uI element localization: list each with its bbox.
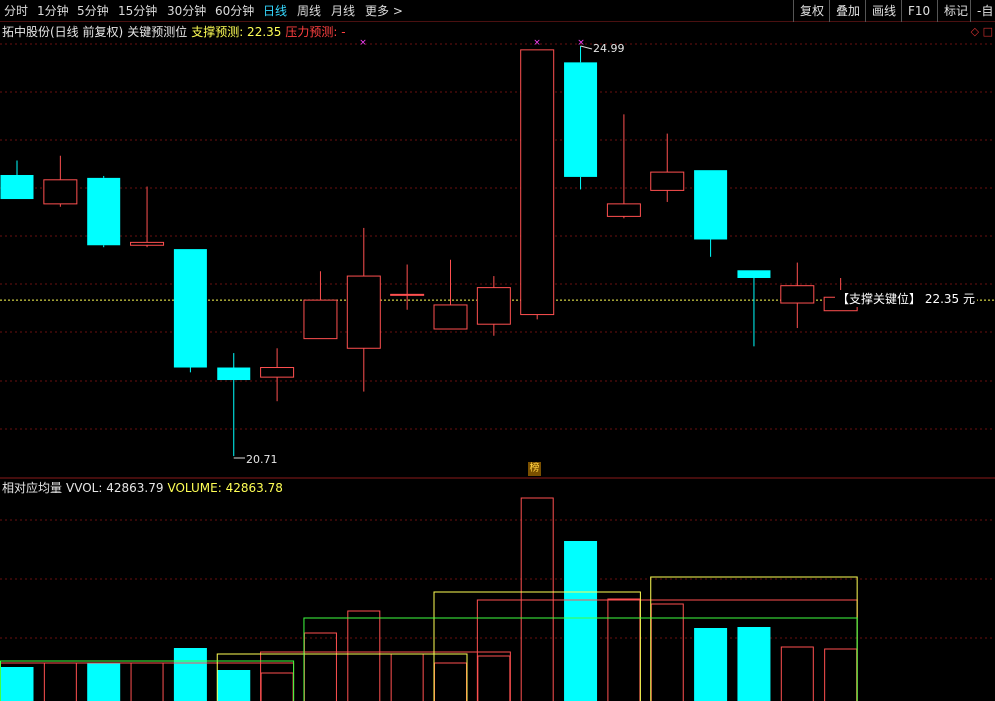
candle (43, 155, 78, 207)
candle (780, 262, 815, 329)
volume-bar (173, 648, 207, 701)
period-tab-8[interactable]: 月线 (331, 3, 355, 19)
candle-body (0, 174, 34, 200)
period-tab-5[interactable]: 60分钟 (215, 3, 254, 19)
candle-body (780, 285, 815, 304)
candle-body (87, 177, 121, 246)
volume-bar (737, 627, 771, 701)
toolbar-button-1[interactable]: 叠加 (829, 0, 866, 22)
high-price-value: 24.99 (593, 42, 625, 55)
volume-value: VOLUME: 42863.78 (167, 481, 283, 495)
candle-body (346, 275, 381, 349)
candle-body (520, 49, 555, 316)
candle (173, 249, 207, 373)
volume-bar (434, 662, 467, 701)
candle (0, 160, 34, 200)
vvol-value: VVOL: 42863.79 (66, 481, 164, 495)
candle (564, 46, 598, 190)
candle-body (650, 171, 685, 191)
period-tab-7[interactable]: 周线 (297, 3, 321, 19)
candle-body (476, 287, 511, 325)
volume-bar (390, 653, 424, 701)
volume-average-lines (0, 576, 858, 701)
candle (390, 264, 425, 310)
candle (87, 175, 121, 248)
candle-body (303, 299, 338, 340)
candle-body (564, 62, 598, 177)
candle-body (217, 367, 251, 381)
volume-bar (130, 662, 164, 701)
volume-bar (780, 646, 814, 701)
grid-lines (0, 43, 995, 639)
candle (606, 114, 641, 219)
volume-bar (650, 603, 684, 701)
volume-bar (0, 667, 34, 701)
price-info-line: 拓中股份(日线 前复权) 关键预测位 支撑预测: 22.35 压力预测: - (2, 24, 350, 40)
candle (476, 276, 511, 336)
cross-marker: × (359, 38, 367, 48)
toolbar-button-5[interactable]: -自 (970, 0, 995, 22)
candle-body (694, 170, 728, 240)
period-tab-3[interactable]: 15分钟 (118, 3, 157, 19)
toolbar-button-0[interactable]: 复权 (793, 0, 830, 22)
candle-body (737, 270, 771, 278)
toolbar-button-2[interactable]: 画线 (865, 0, 902, 22)
candle-body (433, 304, 468, 330)
period-tab-4[interactable]: 30分钟 (167, 3, 206, 19)
volume-average-segment (260, 651, 511, 701)
candle-body (606, 203, 641, 217)
candlesticks (0, 46, 858, 457)
period-tab-2[interactable]: 5分钟 (77, 3, 109, 19)
panel-corner-icons[interactable]: ◇ □ (971, 25, 993, 38)
list-badge[interactable]: 榜 (528, 462, 541, 476)
candle (737, 270, 771, 347)
stock-name: 拓中股份(日线 前复权) (2, 25, 124, 39)
volume-bar (694, 628, 728, 701)
volume-bar (217, 670, 251, 701)
candle-body (43, 179, 78, 205)
volume-bar (87, 663, 121, 701)
candle (650, 133, 685, 202)
period-tab-9[interactable]: 更多 > (365, 3, 403, 19)
candle-body (260, 367, 295, 378)
candle (433, 259, 468, 330)
candle (694, 170, 728, 257)
cross-marker: × (533, 38, 541, 48)
high-price-annotation: 24.99 (593, 42, 625, 55)
candle (346, 227, 381, 392)
volume-bar (43, 662, 77, 701)
candle-body (173, 249, 207, 368)
support-line-label: 【支撑关键位】 22.35 元 (835, 290, 977, 307)
volume-bar (824, 648, 858, 701)
chart-canvas[interactable]: × × × (0, 0, 995, 701)
toolbar-button-4[interactable]: 标记 (937, 0, 974, 22)
period-tab-6[interactable]: 日线 (263, 3, 287, 19)
candle (130, 186, 165, 248)
period-tab-0[interactable]: 分时 (4, 3, 28, 19)
volume-bar (303, 632, 337, 701)
volume-bar (607, 598, 641, 701)
period-toolbar: 分时 1分钟 5分钟 15分钟 30分钟 60分钟 日线 周线 月线 更多 > 复权 叠加 画线 F10… (0, 0, 995, 22)
pressure-prediction: 压力预测: - (285, 25, 346, 39)
candle-body (390, 293, 425, 296)
support-prediction: 支撑预测: 22.35 (191, 25, 282, 39)
candle (520, 49, 555, 320)
period-tab-1[interactable]: 1分钟 (37, 3, 69, 19)
toolbar-button-3[interactable]: F10 (901, 0, 936, 22)
volume-bar (260, 672, 294, 701)
candle-body (130, 241, 165, 246)
candle (303, 271, 338, 340)
candle (260, 348, 295, 402)
volume-average-segment (476, 599, 858, 701)
candle (217, 353, 251, 457)
volume-average-segment (433, 591, 641, 701)
indicator-name: 关键预测位 (127, 25, 188, 39)
volume-bar (477, 655, 511, 701)
low-price-annotation: 20.71 (246, 453, 278, 466)
volume-title: 相对应均量 (2, 481, 63, 495)
volume-bar (564, 541, 598, 701)
volume-bar (347, 610, 381, 701)
low-price-value: 20.71 (246, 453, 278, 466)
volume-info-line: 相对应均量 VVOL: 42863.79 VOLUME: 42863.78 (2, 480, 287, 496)
